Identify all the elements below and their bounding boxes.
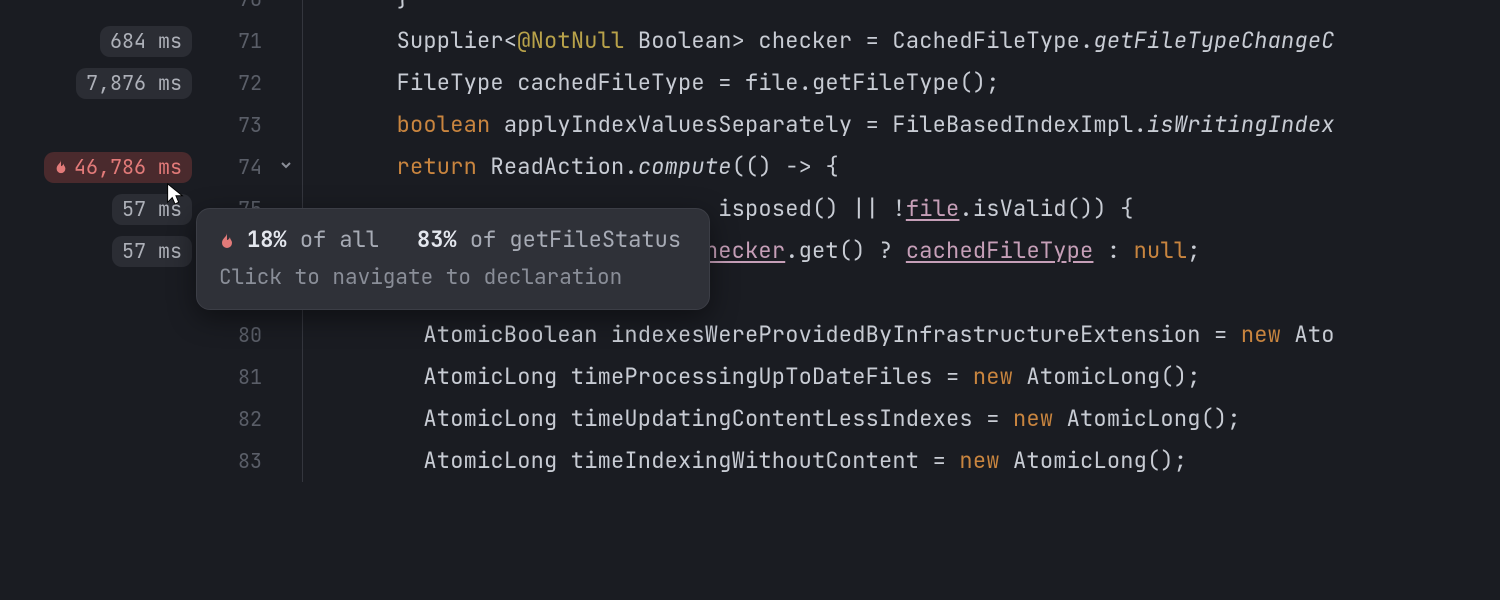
code-token: ReadAction.	[477, 152, 638, 181]
profiler-time-value: 7,876 ms	[86, 71, 182, 95]
code-token: AtomicLong();	[1053, 404, 1241, 433]
code-content[interactable]: boolean applyIndexValuesSeparately = Fil…	[303, 104, 1500, 146]
code-identifier-link[interactable]: cachedFileType	[906, 236, 1094, 265]
code-token: AtomicLong timeUpdatingContentLessIndexe…	[423, 404, 1013, 433]
code-content[interactable]: Supplier<@NotNull Boolean> checker = Cac…	[303, 20, 1500, 62]
profiler-time-chip[interactable]: 57 ms	[112, 236, 192, 267]
profiler-time-value: 57 ms	[122, 197, 182, 221]
popup-hint: Click to navigate to declaration	[219, 264, 681, 291]
code-line[interactable]: 83 AtomicLong timeIndexingWithoutContent…	[0, 440, 1500, 482]
popup-pct-method: 83%	[417, 225, 457, 254]
code-token: getFileTypeChangeC	[1093, 26, 1334, 55]
flame-icon	[219, 231, 235, 249]
code-token: boolean	[397, 110, 491, 139]
code-token: (() -> {	[732, 152, 839, 181]
code-token: .isValid()) {	[959, 194, 1133, 223]
code-token: ;	[1187, 236, 1200, 265]
line-number[interactable]: 80	[200, 314, 270, 356]
code-token: Ato	[1281, 320, 1335, 349]
code-token: return	[397, 152, 477, 181]
code-token: FileType cachedFileType = file.getFileTy…	[397, 68, 1000, 97]
code-token: @NotNull	[517, 26, 624, 55]
code-token: Supplier<	[397, 26, 518, 55]
profiler-time-chip-hot[interactable]: 46,786 ms	[44, 152, 192, 183]
code-identifier-link[interactable]: file	[906, 194, 960, 223]
code-content[interactable]: AtomicLong timeIndexingWithoutContent = …	[303, 440, 1500, 482]
code-line[interactable]: 46,786 ms 74 return ReadAction.compute(()…	[0, 146, 1500, 188]
code-content[interactable]: AtomicLong timeUpdatingContentLessIndexe…	[303, 398, 1500, 440]
chevron-down-icon[interactable]	[279, 156, 293, 177]
line-number[interactable]: 72	[200, 62, 270, 104]
code-content[interactable]: AtomicBoolean indexesWereProvidedByInfra…	[303, 314, 1500, 356]
code-token: AtomicBoolean indexesWereProvidedByInfra…	[423, 320, 1240, 349]
line-number[interactable]: 74	[200, 146, 270, 188]
code-content[interactable]: FileType cachedFileType = file.getFileTy…	[303, 62, 1500, 104]
line-number[interactable]: 81	[200, 356, 270, 398]
profiler-time-value: 684 ms	[110, 29, 182, 53]
code-token: AtomicLong();	[1000, 446, 1188, 475]
profiler-time-value: 46,786 ms	[74, 155, 182, 179]
line-number[interactable]: 70	[200, 0, 270, 20]
profiler-time-chip[interactable]: 684 ms	[100, 26, 192, 57]
code-line[interactable]: 70 }	[0, 0, 1500, 20]
code-line[interactable]: 7,876 ms 72 FileType cachedFileType = fil…	[0, 62, 1500, 104]
profiler-gutter-cell: 46,786 ms	[0, 152, 200, 183]
code-line[interactable]: 80 AtomicBoolean indexesWereProvidedByIn…	[0, 314, 1500, 356]
code-token: :	[1093, 236, 1133, 265]
profiler-time-chip[interactable]: 57 ms	[112, 194, 192, 225]
fold-gutter-cell	[270, 146, 302, 188]
code-token: AtomicLong timeIndexingWithoutContent =	[423, 446, 959, 475]
code-content[interactable]: AtomicLong timeProcessingUpToDateFiles =…	[303, 356, 1500, 398]
code-token: Boolean> checker = CachedFileType.	[624, 26, 1093, 55]
code-token: new	[959, 446, 999, 475]
line-number[interactable]: 73	[200, 104, 270, 146]
code-token: .get() ?	[785, 236, 906, 265]
code-content[interactable]: return ReadAction.compute(() -> {	[303, 146, 1500, 188]
line-number[interactable]: 71	[200, 20, 270, 62]
profiler-time-value: 57 ms	[122, 239, 182, 263]
flame-icon	[54, 159, 68, 175]
code-line[interactable]: 81 AtomicLong timeProcessingUpToDateFile…	[0, 356, 1500, 398]
code-token: isposed() || !	[718, 194, 906, 223]
popup-of-all-label: of all	[300, 225, 379, 254]
code-token: }	[397, 0, 410, 13]
code-token: isWritingIndex	[1147, 110, 1335, 139]
code-token: applyIndexValuesSeparately = FileBasedIn…	[490, 110, 1147, 139]
profiler-gutter-cell: 57 ms	[0, 236, 200, 267]
code-token: null	[1134, 236, 1188, 265]
profiler-time-chip[interactable]: 7,876 ms	[76, 68, 192, 99]
code-line[interactable]: 82 AtomicLong timeUpdatingContentLessInd…	[0, 398, 1500, 440]
code-token: new	[973, 362, 1013, 391]
code-token: AtomicLong timeProcessingUpToDateFiles =	[423, 362, 972, 391]
code-token: AtomicLong();	[1013, 362, 1201, 391]
popup-pct-all: 18%	[247, 225, 287, 254]
line-number[interactable]: 83	[200, 440, 270, 482]
profiler-gutter-cell: 57 ms	[0, 194, 200, 225]
line-number[interactable]: 82	[200, 398, 270, 440]
code-token: compute	[638, 152, 732, 181]
code-token: new	[1013, 404, 1053, 433]
code-token: new	[1241, 320, 1281, 349]
profiler-gutter-cell: 7,876 ms	[0, 68, 200, 99]
code-content[interactable]: }	[303, 0, 1500, 20]
code-line[interactable]: 684 ms 71 Supplier<@NotNull Boolean> chec…	[0, 20, 1500, 62]
code-line[interactable]: 73 boolean applyIndexValuesSeparately = …	[0, 104, 1500, 146]
profiler-gutter-cell: 684 ms	[0, 26, 200, 57]
profiler-tooltip[interactable]: 18% of all 83% of getFileStatus Click to…	[196, 208, 710, 310]
popup-of-method-label: of getFileStatus	[470, 225, 681, 254]
